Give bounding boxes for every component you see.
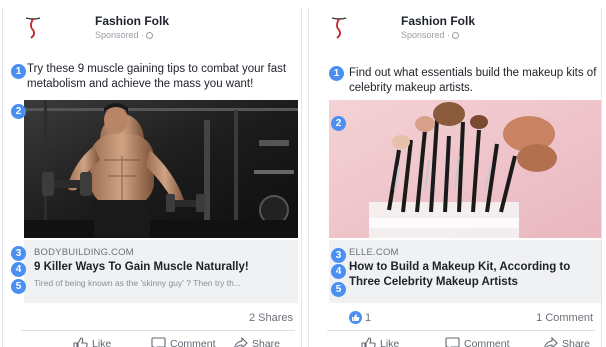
callout-3: 3 <box>11 246 26 261</box>
like-reaction-icon[interactable] <box>349 311 362 324</box>
link-domain: ELLE.COM <box>349 247 399 258</box>
fashion-folk-logo-icon[interactable] <box>326 14 352 40</box>
reactions-count[interactable]: 1 <box>365 312 371 324</box>
divider <box>327 330 595 331</box>
callout-5: 5 <box>331 282 346 297</box>
comment-label: Comment <box>170 338 216 347</box>
like-button[interactable]: Like <box>73 335 111 347</box>
link-preview[interactable]: BODYBUILDING.COM 9 Killer Ways To Gain M… <box>24 240 298 303</box>
comments-count[interactable]: 1 Comment <box>536 312 593 324</box>
comment-button[interactable]: Comment <box>445 335 510 347</box>
post-stats: 2 Shares <box>3 308 301 328</box>
page-name[interactable]: Fashion Folk <box>401 14 475 28</box>
ad-card-left: Fashion Folk Sponsored · 1 Try these 9 m… <box>2 8 302 347</box>
link-headline[interactable]: How to Build a Makeup Kit, According to … <box>349 260 597 290</box>
comment-button[interactable]: Comment <box>151 335 216 347</box>
link-description: Tired of being known as the 'skinny guy'… <box>34 278 241 288</box>
post-header: Fashion Folk Sponsored · <box>309 8 601 48</box>
sponsored-label: Sponsored · <box>401 30 460 40</box>
ad-card-right: Fashion Folk Sponsored · 1 Find out what… <box>308 8 602 347</box>
page-name[interactable]: Fashion Folk <box>95 14 169 28</box>
man-lifting-dumbbell-photo-icon <box>24 100 298 238</box>
share-button[interactable]: Share <box>543 335 590 347</box>
post-header: Fashion Folk Sponsored · <box>3 8 301 48</box>
callout-1: 1 <box>11 64 26 79</box>
ad-image[interactable] <box>24 100 298 238</box>
link-preview[interactable]: ELLE.COM How to Build a Makeup Kit, Acco… <box>329 240 601 303</box>
share-label: Share <box>252 338 281 347</box>
globe-icon <box>452 32 460 39</box>
callout-5: 5 <box>11 279 26 294</box>
action-bar: Like Comment Share <box>3 335 301 347</box>
ad-text: Try these 9 muscle gaining tips to comba… <box>27 63 287 90</box>
post-stats: 1 1 Comment <box>309 308 601 328</box>
sponsored-label: Sponsored · <box>95 30 154 40</box>
callout-3: 3 <box>331 248 346 263</box>
globe-icon <box>146 32 154 39</box>
comment-icon <box>151 337 166 347</box>
share-button[interactable]: Share <box>233 335 280 347</box>
callout-1: 1 <box>329 66 344 81</box>
thumbs-up-icon <box>361 337 376 347</box>
comment-label: Comment <box>464 338 510 347</box>
callout-4: 4 <box>331 264 346 279</box>
like-label: Like <box>380 338 400 347</box>
like-button[interactable]: Like <box>361 335 399 347</box>
share-icon <box>544 337 558 347</box>
fashion-folk-logo-icon[interactable] <box>20 14 46 40</box>
callout-2: 2 <box>331 116 346 131</box>
callout-4: 4 <box>11 262 26 277</box>
ad-text: Find out what essentials build the makeu… <box>349 67 597 94</box>
makeup-brushes-photo-icon <box>329 100 601 238</box>
share-icon <box>234 337 248 347</box>
thumbs-up-icon <box>73 337 88 347</box>
comment-icon <box>445 337 460 347</box>
callout-2: 2 <box>11 104 26 119</box>
divider <box>21 330 295 331</box>
shares-count[interactable]: 2 Shares <box>249 312 293 324</box>
action-bar: Like Comment Share <box>309 335 601 347</box>
share-label: Share <box>562 338 591 347</box>
ad-image[interactable] <box>329 100 601 238</box>
link-headline[interactable]: 9 Killer Ways To Gain Muscle Naturally! <box>34 260 292 275</box>
link-domain: BODYBUILDING.COM <box>34 247 134 258</box>
like-label: Like <box>92 338 112 347</box>
